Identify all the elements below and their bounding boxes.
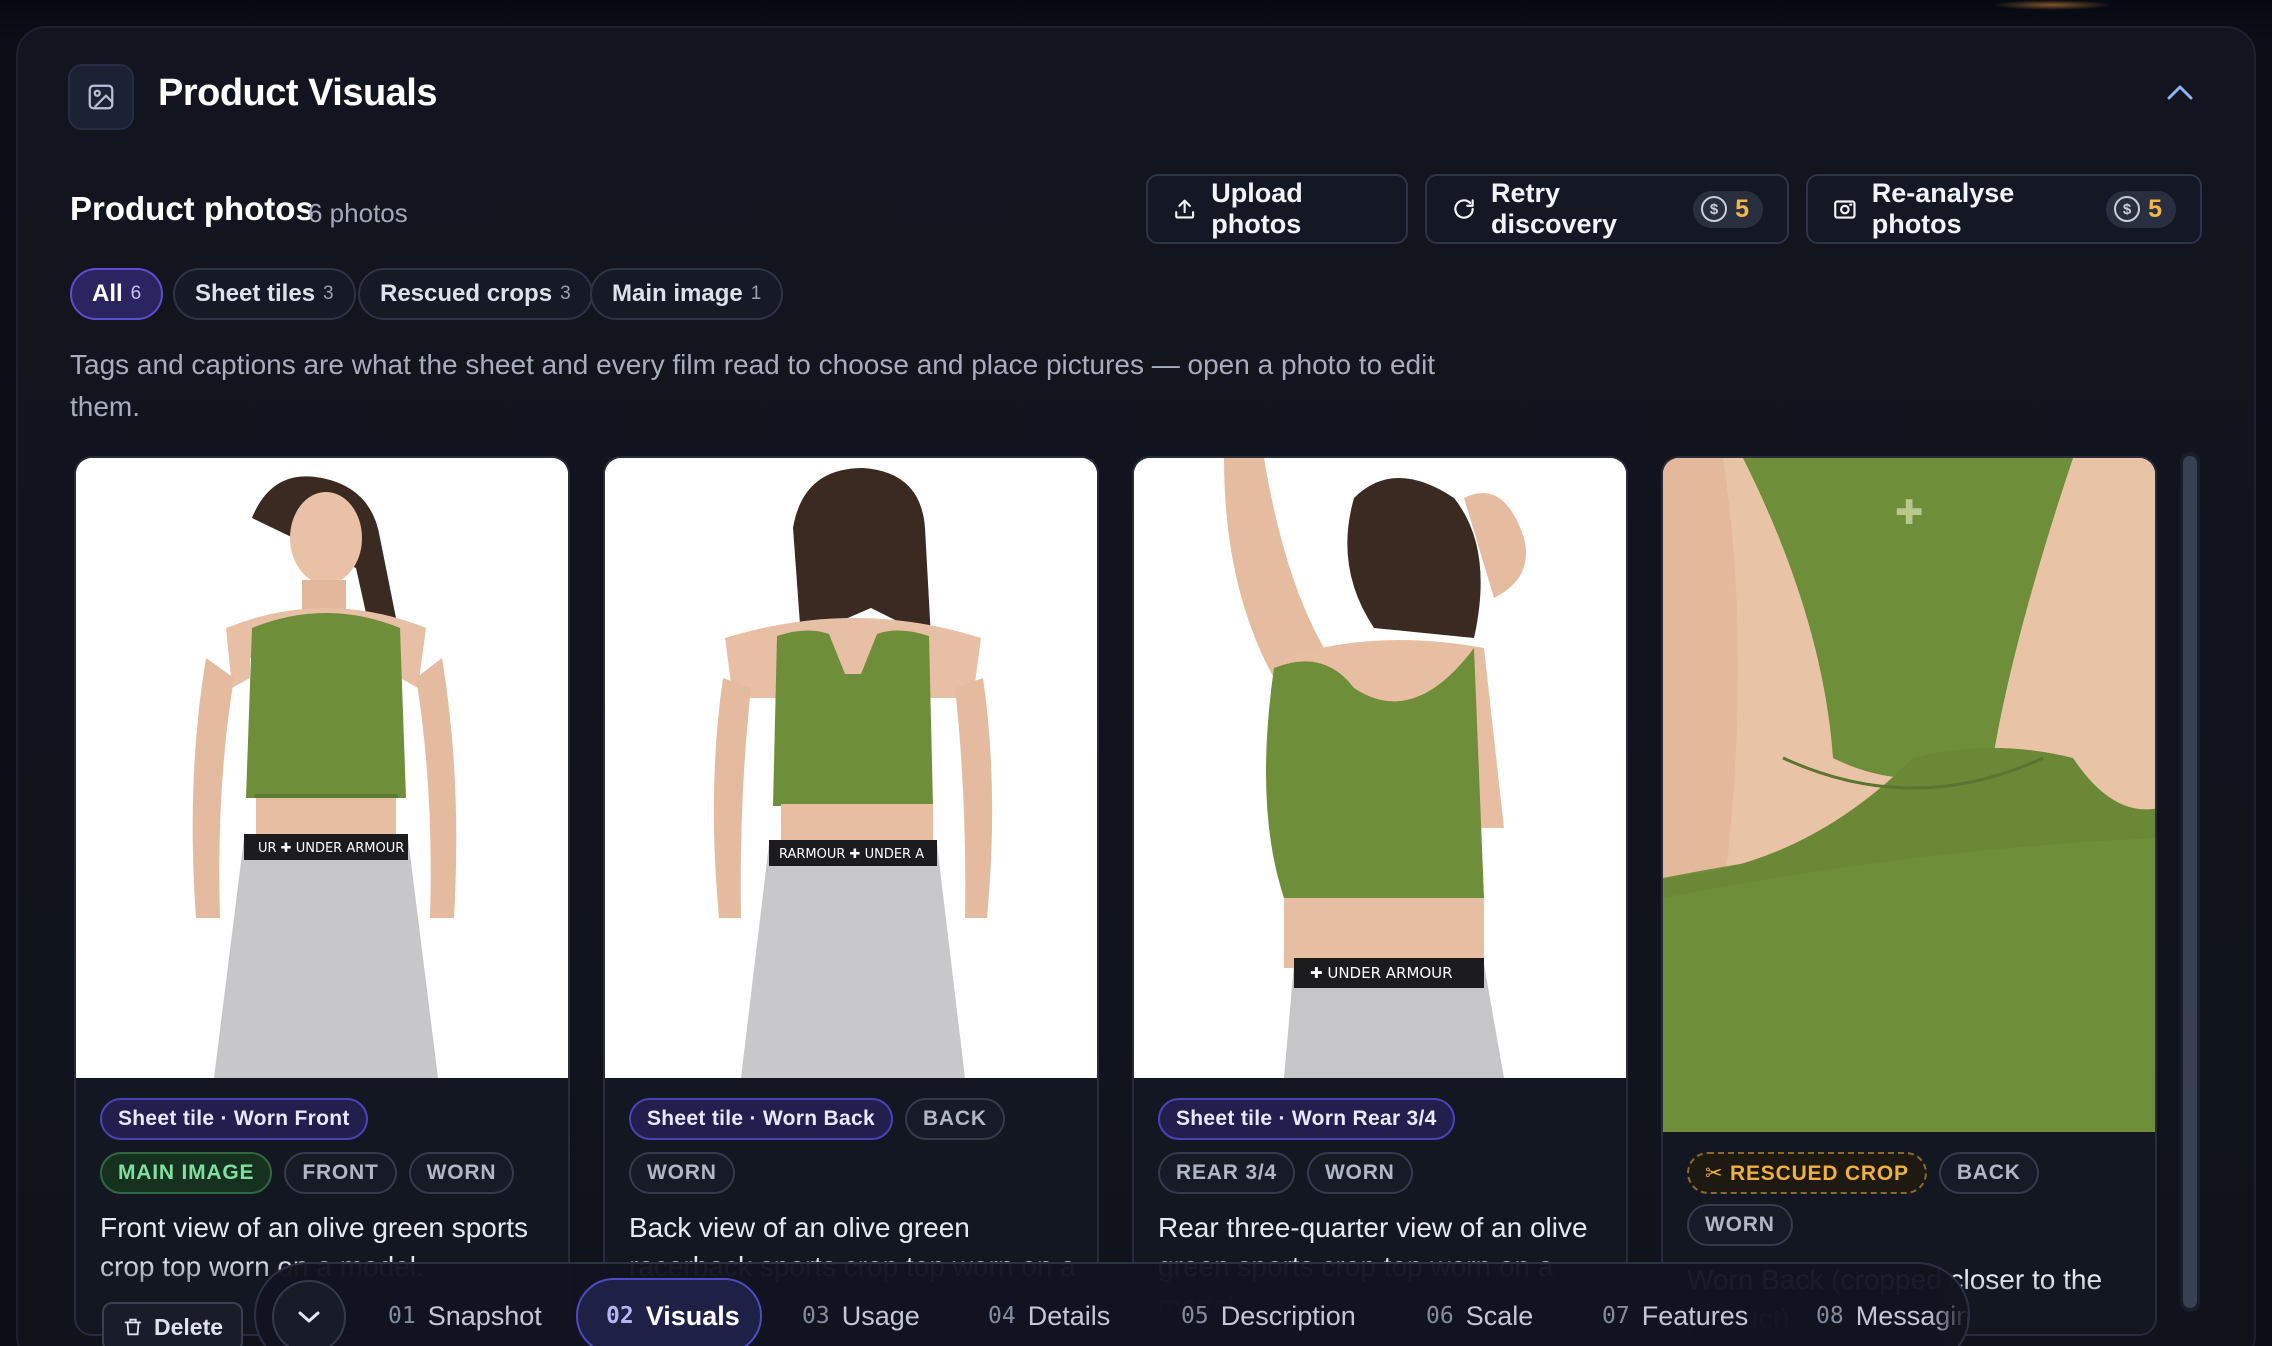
chevron-up-icon[interactable] bbox=[2158, 70, 2202, 114]
reanalyse-photos-label: Re-analyse photos bbox=[1871, 178, 2015, 239]
delete-button[interactable]: Delete bbox=[102, 1302, 244, 1346]
section-title: Product photos bbox=[70, 190, 314, 227]
tag-back[interactable]: BACK bbox=[904, 1098, 1005, 1140]
upload-photos-label: Upload photos bbox=[1211, 178, 1303, 239]
tag-sheet-tile[interactable]: Sheet tile · Worn Rear 3/4 bbox=[1158, 1098, 1455, 1140]
nav-item-snapshot[interactable]: 01 Snapshot bbox=[360, 1278, 570, 1346]
tag-list: Sheet tile · Worn Back BACK bbox=[629, 1098, 1077, 1140]
tag-list: Sheet tile · Worn Front bbox=[100, 1098, 548, 1140]
tag-sheet-tile[interactable]: Sheet tile · Worn Front bbox=[100, 1098, 368, 1140]
photo-card[interactable]: UR ✚ UNDER ARMOUR Sheet tile · Worn Fron… bbox=[74, 456, 570, 1336]
tag-rear-three-quarter[interactable]: REAR 3/4 bbox=[1158, 1152, 1295, 1194]
reanalyse-photos-button[interactable]: Re-analyse photos $ 5 bbox=[1806, 174, 2202, 244]
product-photo-back[interactable]: RARMOUR ✚ UNDER A bbox=[605, 458, 1097, 1078]
panel-title: Product Visuals bbox=[158, 72, 438, 114]
svg-text:RARMOUR ✚ UNDER A: RARMOUR ✚ UNDER A bbox=[779, 847, 924, 862]
filter-chip-all[interactable]: All 6 bbox=[70, 268, 164, 320]
credit-badge: $ 5 bbox=[2106, 190, 2176, 228]
filter-chip-main-image[interactable]: Main image 1 bbox=[590, 268, 784, 320]
section-nav: 01 Snapshot 02 Visuals 03 Usage 04 Detai… bbox=[254, 1262, 1970, 1346]
retry-discovery-label: Retry discovery bbox=[1491, 178, 1618, 239]
tag-worn[interactable]: WORN bbox=[629, 1152, 735, 1194]
tag-rescued-crop[interactable]: ✂ RESCUED CROP bbox=[1687, 1152, 1927, 1194]
tag-list: WORN bbox=[629, 1152, 1077, 1194]
nav-item-scale[interactable]: 06 Scale bbox=[1398, 1278, 1561, 1346]
nav-item-features[interactable]: 07 Features bbox=[1574, 1278, 1776, 1346]
trash-icon bbox=[124, 1318, 142, 1336]
tag-list: MAIN IMAGE FRONT WORN bbox=[100, 1152, 548, 1194]
svg-text:UR ✚ UNDER ARMOUR: UR ✚ UNDER ARMOUR bbox=[258, 841, 404, 856]
tag-main-image[interactable]: MAIN IMAGE bbox=[100, 1152, 273, 1194]
tag-back[interactable]: BACK bbox=[1938, 1152, 2039, 1194]
upload-photos-button[interactable]: Upload photos bbox=[1146, 174, 1408, 244]
camera-scan-icon bbox=[1834, 200, 1856, 219]
tag-list: ✂ RESCUED CROP BACK WORN bbox=[1687, 1152, 2135, 1246]
filter-chip-rescued-crops[interactable]: Rescued crops 3 bbox=[358, 268, 593, 320]
product-photo-front[interactable]: UR ✚ UNDER ARMOUR bbox=[76, 458, 568, 1078]
nav-item-visuals[interactable]: 02 Visuals bbox=[576, 1278, 762, 1346]
nav-item-usage[interactable]: 03 Usage bbox=[774, 1278, 948, 1346]
photo-card[interactable]: RARMOUR ✚ UNDER A Sheet tile · Worn Back… bbox=[603, 456, 1099, 1336]
hint-text: Tags and captions are what the sheet and… bbox=[70, 349, 1436, 422]
tag-front[interactable]: FRONT bbox=[284, 1152, 397, 1194]
image-icon bbox=[68, 64, 134, 130]
scrollbar-thumb[interactable] bbox=[2183, 456, 2197, 1308]
nav-overflow-fade bbox=[1928, 1264, 1968, 1346]
nav-item-details[interactable]: 04 Details bbox=[960, 1278, 1138, 1346]
tag-worn[interactable]: WORN bbox=[1687, 1204, 1793, 1246]
upload-icon bbox=[1175, 199, 1195, 219]
product-photo-rescued-crop[interactable]: ✚ bbox=[1663, 458, 2155, 1132]
coin-icon: $ bbox=[2114, 196, 2141, 222]
product-photo-rear-three-quarter[interactable]: ✚ UNDER ARMOUR bbox=[1134, 458, 1626, 1078]
tag-worn[interactable]: WORN bbox=[408, 1152, 515, 1194]
credit-badge: $ 5 bbox=[1693, 190, 1763, 228]
tag-list: REAR 3/4 WORN bbox=[1158, 1152, 1606, 1194]
svg-text:✚: ✚ bbox=[1895, 493, 1924, 533]
chevron-down-icon[interactable] bbox=[272, 1280, 346, 1346]
tag-sheet-tile[interactable]: Sheet tile · Worn Back bbox=[629, 1098, 893, 1140]
photo-card[interactable]: ✚ UNDER ARMOUR Sheet tile · Worn Rear 3/… bbox=[1132, 456, 1628, 1336]
photo-count: 6 photos bbox=[308, 198, 408, 228]
tag-worn[interactable]: WORN bbox=[1306, 1152, 1413, 1194]
tag-list: Sheet tile · Worn Rear 3/4 bbox=[1158, 1098, 1606, 1140]
photo-card[interactable]: ✚ ✂ RESCUED CROP BACK WORN Worn Back (cr… bbox=[1661, 456, 2157, 1336]
filter-chip-sheet-tiles[interactable]: Sheet tiles 3 bbox=[173, 268, 356, 320]
top-edge-glow bbox=[1992, 0, 2112, 10]
svg-text:✚ UNDER ARMOUR: ✚ UNDER ARMOUR bbox=[1310, 964, 1453, 982]
nav-item-description[interactable]: 05 Description bbox=[1153, 1278, 1384, 1346]
coin-icon: $ bbox=[1701, 196, 1728, 222]
refresh-icon bbox=[1454, 199, 1474, 219]
retry-discovery-button[interactable]: Retry discovery $ 5 bbox=[1425, 174, 1789, 244]
